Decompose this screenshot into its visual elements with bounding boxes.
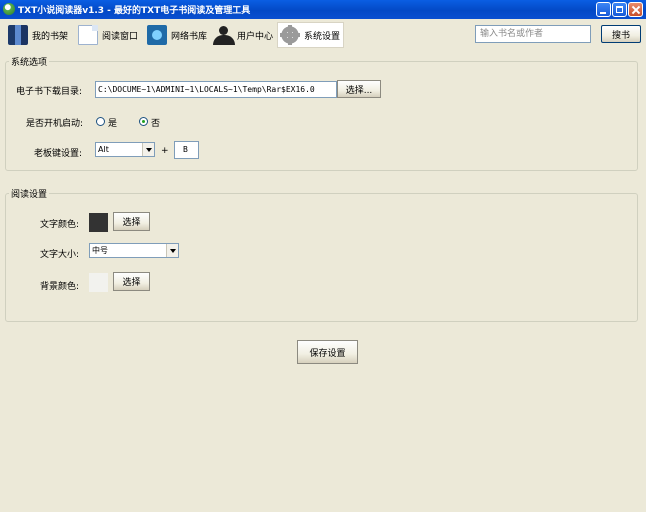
bg-color-button[interactable]: 选择 bbox=[113, 272, 150, 291]
bg-color-label: 背景颜色: bbox=[40, 282, 80, 292]
toolbar-item-label: 系统设置 bbox=[304, 31, 341, 42]
autostart-no-radio[interactable] bbox=[139, 117, 148, 126]
web-library-icon bbox=[147, 25, 167, 45]
toolbar-item-label: 阅读窗口 bbox=[102, 31, 139, 42]
autostart-no-label: 否 bbox=[151, 119, 161, 129]
text-size-select[interactable]: 中号 bbox=[89, 243, 179, 258]
window-title: TXT小说阅读器v1.3 - 最好的TXT电子书阅读及管理工具 bbox=[18, 6, 251, 16]
document-icon bbox=[78, 25, 98, 45]
maximize-button[interactable] bbox=[612, 2, 627, 17]
text-color-swatch bbox=[89, 213, 108, 232]
bosskey-key-field[interactable]: B bbox=[174, 141, 199, 159]
chevron-down-icon bbox=[142, 143, 154, 156]
minimize-icon bbox=[600, 12, 606, 14]
reading-settings-title: 阅读设置 bbox=[9, 187, 50, 200]
toolbar-item-label: 用户中心 bbox=[237, 31, 274, 42]
bosskey-label: 老板键设置: bbox=[34, 149, 83, 159]
toolbar-item-reading-window[interactable]: 阅读窗口 bbox=[76, 22, 142, 48]
toolbar-item-label: 网络书库 bbox=[171, 31, 208, 42]
close-icon bbox=[629, 3, 642, 16]
app-icon bbox=[3, 3, 15, 15]
autostart-yes-radio[interactable] bbox=[96, 117, 105, 126]
search-button[interactable]: 搜书 bbox=[601, 25, 641, 43]
gear-icon bbox=[280, 25, 300, 45]
bg-color-swatch bbox=[89, 273, 108, 292]
autostart-yes-label: 是 bbox=[108, 119, 118, 129]
download-dir-field[interactable]: C:\DOCUME~1\ADMINI~1\LOCALS~1\Temp\Rar$E… bbox=[95, 81, 337, 98]
close-button[interactable] bbox=[628, 2, 643, 17]
bosskey-modifier-select[interactable]: Alt bbox=[95, 142, 155, 157]
bosskey-modifier-value: Alt bbox=[98, 145, 109, 154]
download-dir-label: 电子书下载目录: bbox=[16, 87, 83, 97]
toolbar-item-bookshelf[interactable]: 我的书架 bbox=[6, 22, 74, 48]
toolbar-item-user-center[interactable]: 用户中心 bbox=[211, 22, 277, 48]
text-size-label: 文字大小: bbox=[40, 250, 80, 260]
text-color-label: 文字颜色: bbox=[40, 220, 80, 230]
maximize-icon bbox=[616, 6, 623, 13]
title-bar: TXT小说阅读器v1.3 - 最好的TXT电子书阅读及管理工具 bbox=[0, 0, 646, 19]
toolbar-item-label: 我的书架 bbox=[32, 31, 69, 42]
choose-dir-button[interactable]: 选择... bbox=[337, 80, 381, 98]
toolbar-item-settings[interactable]: 系统设置 bbox=[277, 22, 344, 48]
bookshelf-icon bbox=[8, 25, 28, 45]
chevron-down-icon bbox=[166, 244, 178, 257]
minimize-button[interactable] bbox=[596, 2, 611, 17]
search-input[interactable] bbox=[475, 25, 591, 43]
system-options-title: 系统选项 bbox=[9, 55, 50, 68]
text-size-value: 中号 bbox=[92, 246, 108, 255]
plus-sign: + bbox=[161, 146, 169, 156]
toolbar-item-web-library[interactable]: 网络书库 bbox=[145, 22, 211, 48]
text-color-button[interactable]: 选择 bbox=[113, 212, 150, 231]
autostart-label: 是否开机启动: bbox=[26, 119, 84, 129]
save-settings-button[interactable]: 保存设置 bbox=[297, 340, 358, 364]
user-icon bbox=[213, 25, 235, 45]
